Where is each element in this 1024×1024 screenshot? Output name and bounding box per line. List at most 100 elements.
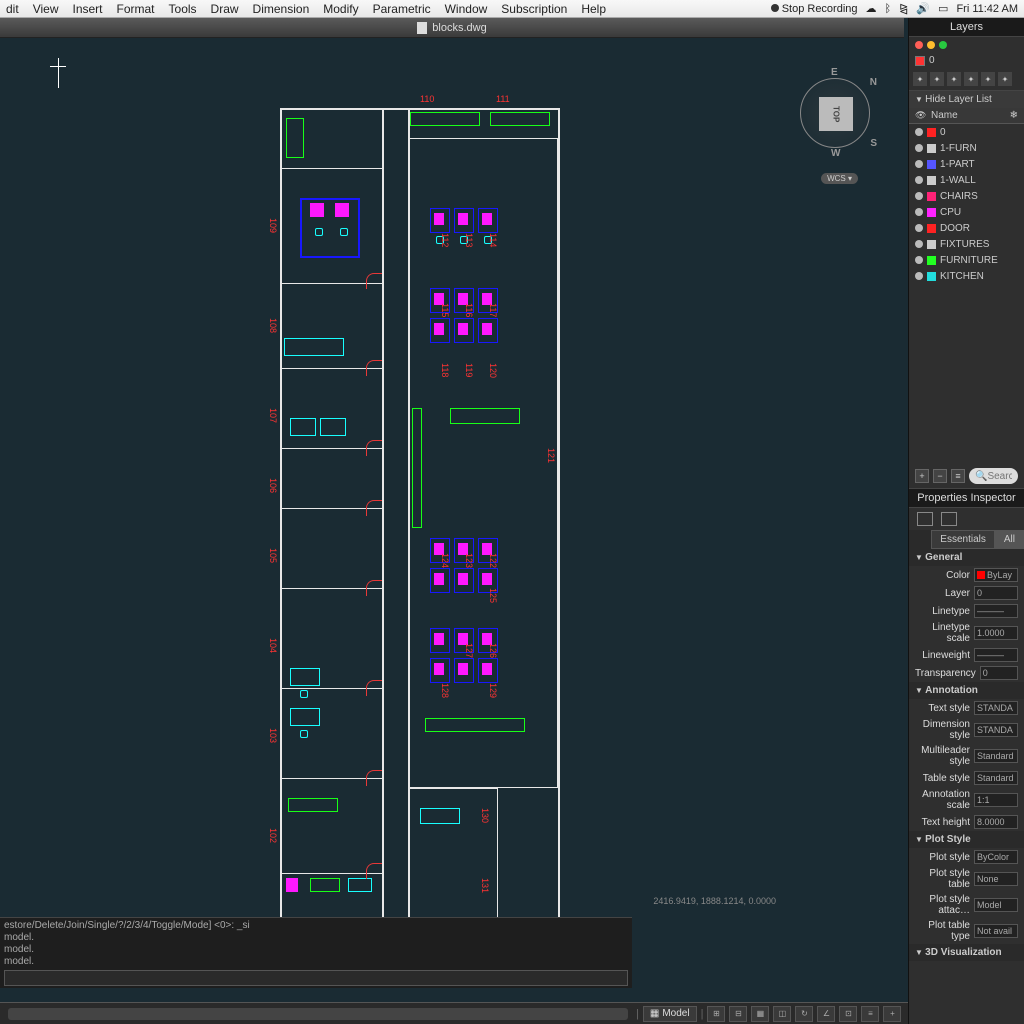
layer-visibility-icon[interactable]	[915, 208, 923, 216]
panel-window-controls[interactable]	[909, 37, 1024, 53]
drawing-canvas[interactable]: TOP N S E W WCS ▾ 110 111 109 108 107 10…	[0, 38, 900, 930]
model-tab-button[interactable]: Model	[643, 1006, 697, 1022]
status-toggle[interactable]: ∠	[817, 1006, 835, 1022]
property-value[interactable]: 1:1	[974, 793, 1018, 807]
layer-color-swatch[interactable]	[927, 144, 936, 153]
viewcube-top[interactable]: TOP	[819, 97, 853, 131]
property-value[interactable]: Model	[974, 898, 1018, 912]
layer-visibility-icon[interactable]	[915, 256, 923, 264]
layer-tool-icon[interactable]: ✦	[930, 72, 944, 86]
menu-item[interactable]: View	[33, 2, 59, 16]
layer-row[interactable]: 1-WALL	[909, 172, 1024, 188]
horizontal-scrollbar[interactable]	[8, 1008, 628, 1020]
command-input[interactable]	[4, 970, 628, 986]
property-value[interactable]: Standard	[974, 771, 1018, 785]
tab-all[interactable]: All	[995, 530, 1024, 549]
layer-visibility-icon[interactable]	[915, 176, 923, 184]
status-toggle[interactable]: ⊞	[707, 1006, 725, 1022]
property-value[interactable]: 0	[974, 586, 1018, 600]
status-toggle[interactable]: ⊟	[729, 1006, 747, 1022]
layer-row[interactable]: 1-PART	[909, 156, 1024, 172]
layer-row[interactable]: KITCHEN	[909, 268, 1024, 284]
group-plot[interactable]: Plot Style	[909, 831, 1024, 848]
search-input[interactable]	[987, 471, 1012, 482]
menu-item[interactable]: Help	[581, 2, 606, 16]
layer-tool-icon[interactable]: ✦	[981, 72, 995, 86]
menu-item[interactable]: Dimension	[253, 2, 310, 16]
layer-visibility-icon[interactable]	[915, 272, 923, 280]
layer-row[interactable]: FIXTURES	[909, 236, 1024, 252]
layer-color-swatch[interactable]	[927, 160, 936, 169]
property-value[interactable]: Standard	[974, 749, 1018, 763]
viewcube[interactable]: TOP N S E W	[800, 78, 870, 148]
wcs-indicator[interactable]: WCS ▾	[821, 173, 858, 184]
layer-color-swatch[interactable]	[927, 176, 936, 185]
layer-row[interactable]: CPU	[909, 204, 1024, 220]
status-toggle[interactable]: ▦	[751, 1006, 769, 1022]
layer-visibility-icon[interactable]	[915, 144, 923, 152]
property-value[interactable]: ———	[974, 648, 1018, 662]
menu-item[interactable]: Insert	[72, 2, 102, 16]
layer-visibility-icon[interactable]	[915, 240, 923, 248]
layer-visibility-icon[interactable]	[915, 224, 923, 232]
compass-e[interactable]: E	[831, 67, 838, 78]
layer-tool-icon[interactable]: ✦	[947, 72, 961, 86]
layer-color-swatch[interactable]	[927, 224, 936, 233]
properties-search[interactable]: 🔍	[969, 468, 1018, 484]
command-line-panel[interactable]: estore/Delete/Join/Single/?/2/3/4/Toggle…	[0, 917, 632, 988]
layer-row[interactable]: DOOR	[909, 220, 1024, 236]
layer-color-swatch[interactable]	[927, 192, 936, 201]
group-annotation[interactable]: Annotation	[909, 682, 1024, 699]
property-value[interactable]: Not avail	[974, 924, 1018, 938]
menu-item[interactable]: Draw	[211, 2, 239, 16]
menu-item[interactable]: dit	[6, 2, 19, 16]
remove-button[interactable]: −	[933, 469, 947, 483]
hide-layer-list-toggle[interactable]: Hide Layer List	[909, 91, 1024, 108]
layer-visibility-icon[interactable]	[915, 128, 923, 136]
property-value[interactable]: ———	[974, 604, 1018, 618]
property-value[interactable]: STANDA	[974, 723, 1018, 737]
property-value[interactable]: None	[974, 872, 1018, 886]
menu-item[interactable]: Modify	[323, 2, 358, 16]
layer-color-swatch[interactable]	[927, 128, 936, 137]
menu-item[interactable]: Window	[445, 2, 488, 16]
layer-color-swatch[interactable]	[927, 256, 936, 265]
group-general[interactable]: General	[909, 549, 1024, 566]
layer-color-swatch[interactable]	[927, 208, 936, 217]
status-toggle[interactable]: ≡	[861, 1006, 879, 1022]
menu-button[interactable]: ≡	[951, 469, 965, 483]
add-button[interactable]: +	[915, 469, 929, 483]
name-column-header[interactable]: Name	[931, 110, 1010, 121]
compass-s[interactable]: S	[870, 138, 877, 149]
property-value[interactable]: ByLay	[974, 568, 1018, 582]
layer-row[interactable]: FURNITURE	[909, 252, 1024, 268]
menu-item[interactable]: Subscription	[501, 2, 567, 16]
layer-row[interactable]: 0	[909, 124, 1024, 140]
property-value[interactable]: 0	[980, 666, 1018, 680]
group-3d-visualization[interactable]: 3D Visualization	[909, 944, 1024, 961]
current-layer-indicator[interactable]: 0	[909, 53, 1024, 68]
status-toggle[interactable]: ↻	[795, 1006, 813, 1022]
menu-item[interactable]: Parametric	[373, 2, 431, 16]
layer-visibility-icon[interactable]	[915, 160, 923, 168]
layer-tool-icon[interactable]: ✦	[998, 72, 1012, 86]
status-toggle[interactable]: +	[883, 1006, 901, 1022]
list-view-icon[interactable]	[917, 512, 933, 526]
menu-item[interactable]: Format	[117, 2, 155, 16]
property-value[interactable]: 1.0000	[974, 626, 1018, 640]
grid-view-icon[interactable]	[941, 512, 957, 526]
stop-recording-indicator[interactable]: Stop Recording	[771, 3, 858, 15]
compass-w[interactable]: W	[831, 148, 840, 159]
menu-item[interactable]: Tools	[169, 2, 197, 16]
layer-row[interactable]: CHAIRS	[909, 188, 1024, 204]
tab-essentials[interactable]: Essentials	[931, 530, 995, 549]
layer-tool-icon[interactable]: ✦	[964, 72, 978, 86]
status-toggle[interactable]: ⊡	[839, 1006, 857, 1022]
layer-color-swatch[interactable]	[927, 272, 936, 281]
layer-tool-icon[interactable]: ✦	[913, 72, 927, 86]
layer-visibility-icon[interactable]	[915, 192, 923, 200]
compass-n[interactable]: N	[870, 77, 877, 88]
property-value[interactable]: STANDA	[974, 701, 1018, 715]
layer-row[interactable]: 1-FURN	[909, 140, 1024, 156]
property-value[interactable]: 8.0000	[974, 815, 1018, 829]
